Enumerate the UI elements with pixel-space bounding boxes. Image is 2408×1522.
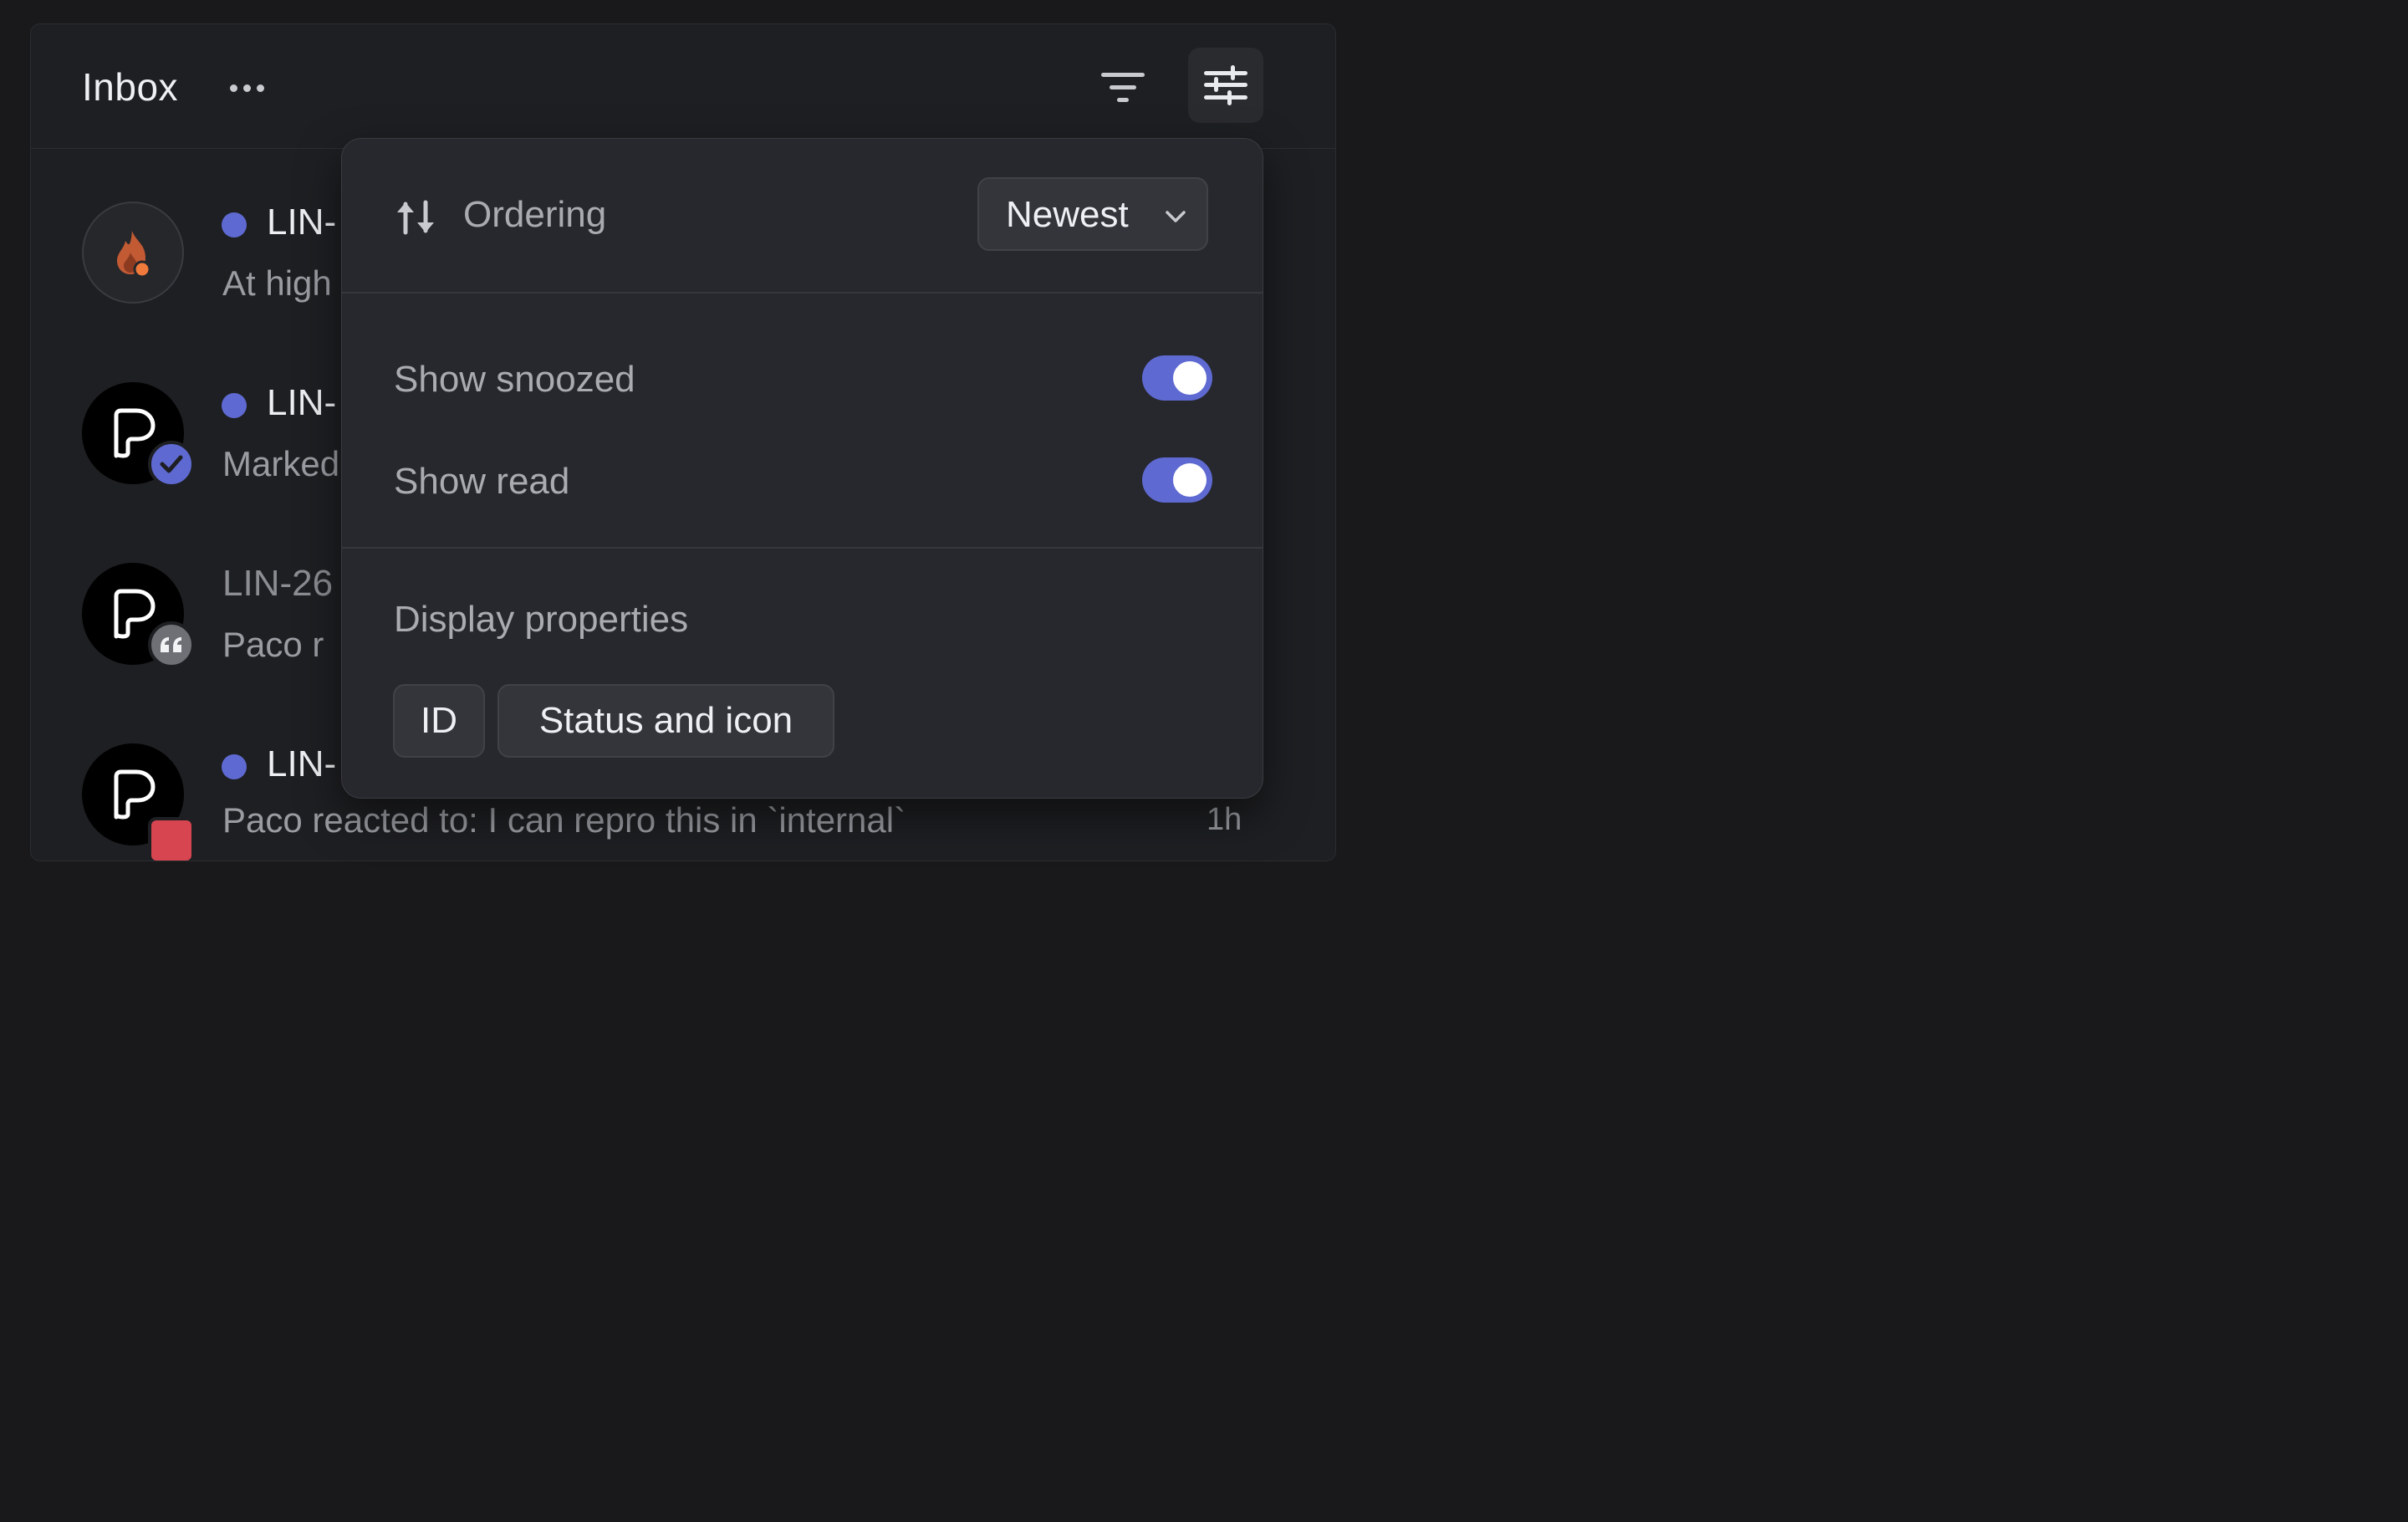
- chevron-down-icon: [1166, 211, 1186, 222]
- notification-text: Paco reacted to: I can repro this in `in…: [222, 800, 906, 840]
- avatar: [82, 202, 184, 304]
- status-badge: [148, 441, 195, 488]
- toggles-section: Show snoozed Show read: [342, 294, 1263, 549]
- logo-p-icon: [114, 589, 156, 639]
- inbox-header: Inbox: [31, 24, 1335, 149]
- page-title: Inbox: [82, 65, 179, 109]
- sliders-icon: [1204, 65, 1247, 105]
- timestamp: 1h: [1207, 802, 1242, 837]
- toggle-row-read[interactable]: Show read: [342, 449, 1263, 516]
- issue-id: LIN-: [267, 382, 337, 423]
- toggle-knob: [1173, 463, 1207, 497]
- fire-icon: [117, 231, 151, 278]
- toggle-knob: [1173, 361, 1207, 395]
- unread-dot: [222, 212, 247, 237]
- unread-dot: [222, 393, 247, 418]
- issue-id: LIN-: [267, 743, 337, 784]
- logo-p-icon: [114, 769, 156, 820]
- property-chip-id[interactable]: ID: [393, 684, 485, 758]
- more-dot: [229, 84, 237, 92]
- unread-dot: [222, 754, 247, 779]
- priority-badge: [148, 817, 195, 861]
- check-icon: [160, 455, 183, 473]
- more-dot: [256, 84, 264, 92]
- status-badge: [148, 621, 195, 668]
- issue-id: LIN-: [267, 202, 337, 243]
- filter-button[interactable]: [1093, 64, 1153, 111]
- display-properties-title: Display properties: [394, 599, 689, 640]
- notification-text: Paco r: [222, 625, 324, 664]
- issue-id: LIN-26: [222, 563, 334, 604]
- property-chip-status[interactable]: Status and icon: [497, 684, 834, 758]
- ordering-label: Ordering: [463, 194, 607, 235]
- ordering-value: Newest: [1006, 194, 1129, 235]
- notification-text: At high: [222, 263, 332, 303]
- ordering-section: Ordering Newest: [342, 139, 1263, 294]
- display-options-popover: Ordering Newest Show snoozed Show read D…: [341, 138, 1263, 799]
- show-snoozed-toggle[interactable]: [1142, 355, 1212, 401]
- more-dot: [242, 84, 251, 92]
- notification-text: Marked: [222, 444, 340, 483]
- show-read-toggle[interactable]: [1142, 457, 1212, 503]
- ordering-select[interactable]: Newest: [977, 177, 1208, 251]
- quote-icon: [161, 637, 181, 652]
- toggle-label: Show snoozed: [394, 359, 635, 400]
- more-options-button[interactable]: [220, 73, 273, 103]
- sort-arrows-icon: [397, 200, 434, 235]
- toggle-label: Show read: [394, 461, 570, 502]
- display-options-button[interactable]: [1188, 48, 1263, 123]
- display-properties-section: Display properties ID Status and icon: [342, 549, 1263, 798]
- logo-p-icon: [114, 408, 156, 458]
- filter-icon: [1101, 73, 1145, 102]
- toggle-row-snoozed[interactable]: Show snoozed: [342, 347, 1263, 414]
